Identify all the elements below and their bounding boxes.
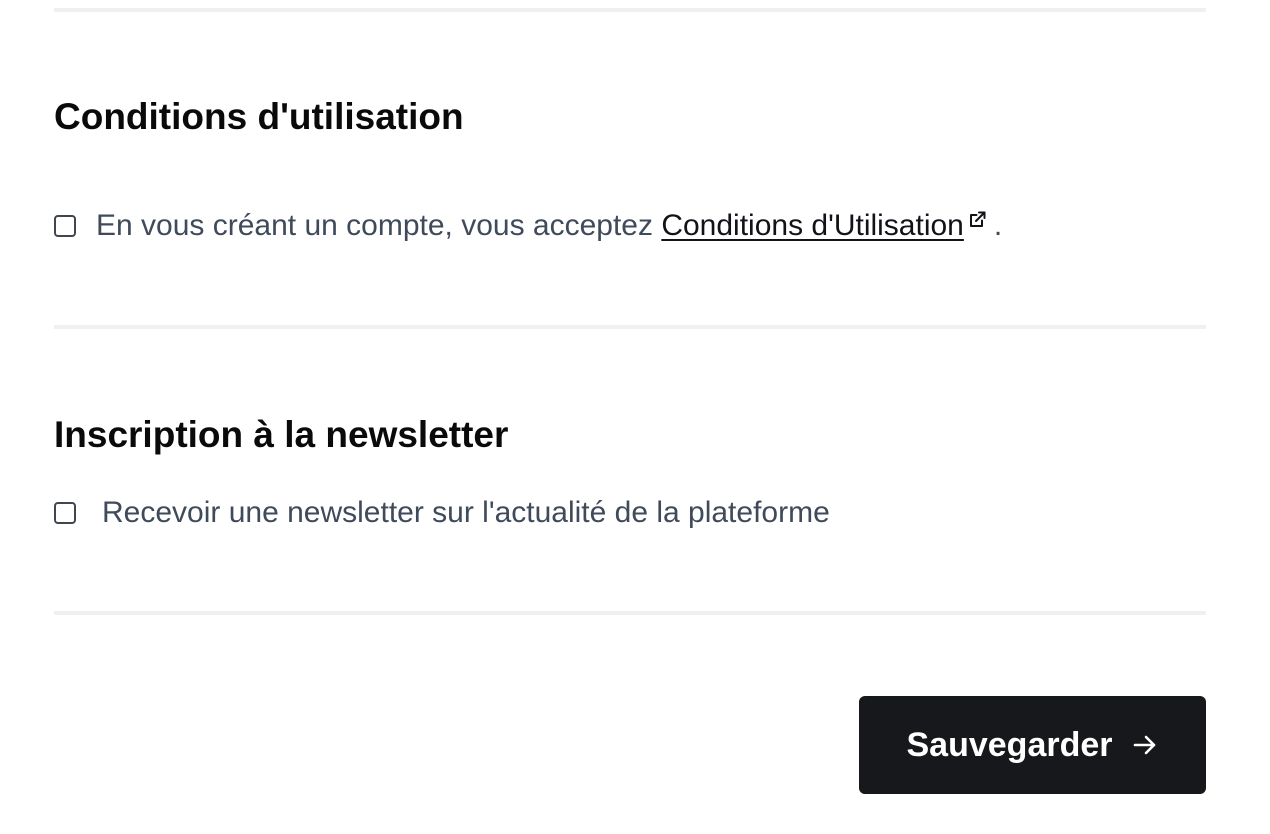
newsletter-checkbox-row: Recevoir une newsletter sur l'actualité … (54, 493, 830, 533)
newsletter-checkbox[interactable] (54, 502, 76, 524)
section-divider-bottom (54, 611, 1206, 615)
terms-checkbox-row: En vous créant un compte, vous acceptez … (54, 206, 1002, 246)
terms-period: . (993, 209, 1003, 242)
arrow-right-icon (1131, 731, 1159, 759)
save-button[interactable]: Sauvegarder (859, 696, 1206, 794)
terms-link-label: Conditions d'Utilisation (661, 209, 964, 242)
save-button-label: Sauvegarder (906, 726, 1113, 764)
newsletter-section-title: Inscription à la newsletter (54, 414, 509, 455)
terms-checkbox-label: En vous créant un compte, vous acceptez … (96, 206, 1002, 246)
section-divider-middle (54, 325, 1206, 329)
terms-checkbox[interactable] (54, 215, 76, 237)
terms-link[interactable]: Conditions d'Utilisation (661, 209, 964, 242)
newsletter-checkbox-label: Recevoir une newsletter sur l'actualité … (102, 496, 830, 529)
section-divider-top (54, 8, 1206, 12)
terms-text-before-link: En vous créant un compte, vous acceptez (96, 209, 662, 242)
terms-section-title: Conditions d'utilisation (54, 96, 464, 137)
external-link-icon (966, 209, 988, 231)
